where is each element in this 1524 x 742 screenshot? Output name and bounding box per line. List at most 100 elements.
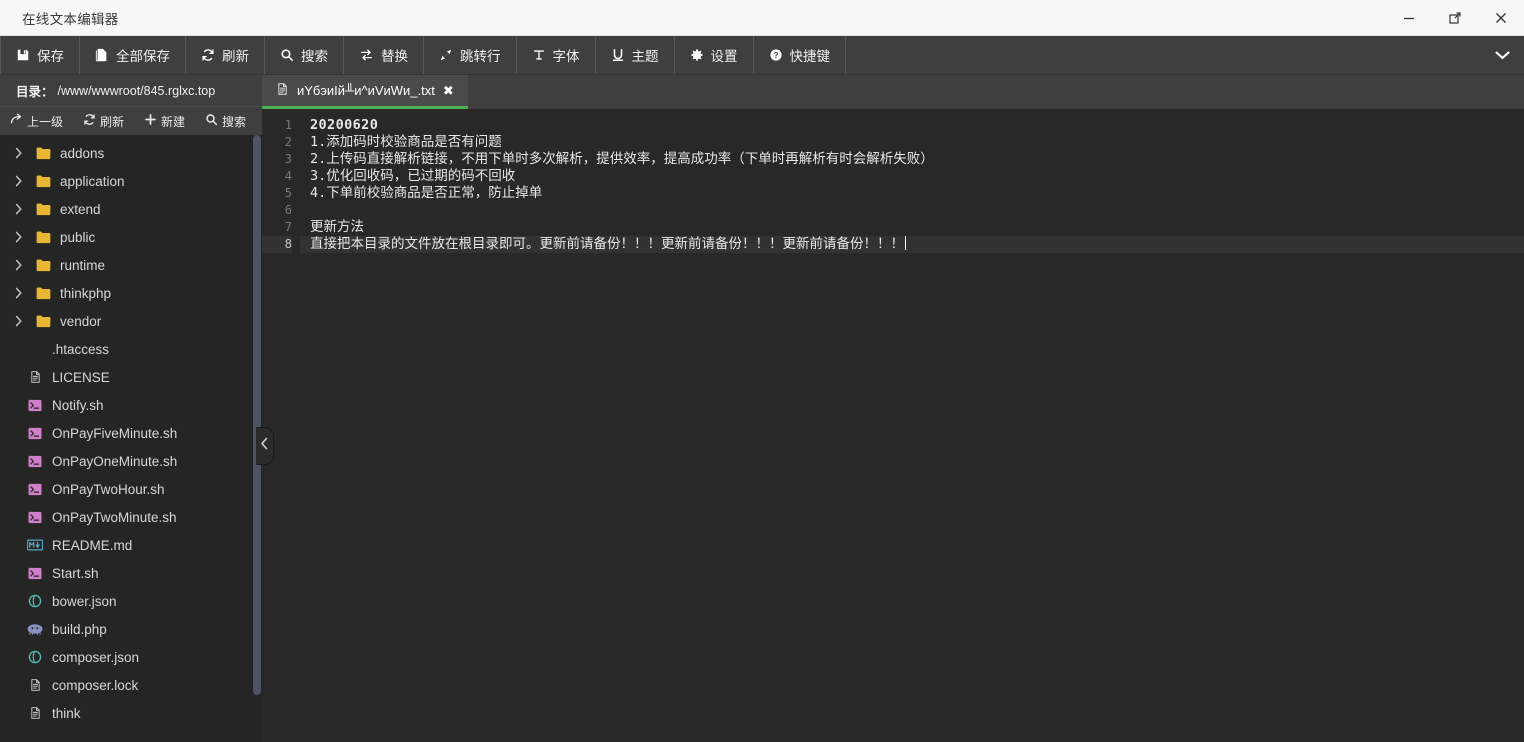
code-line[interactable]: 2.上传码直接解析链接，不用下单时多次解析，提供效率，提高成功率（下单时再解析有… (300, 151, 1524, 168)
code-area[interactable]: 1 2 3 4 5 6 7 8 20200620 1.添加码时校验商品是否有问题 2.上传码直接解… (262, 109, 1524, 742)
directory-toolbar: 上一级 刷新 新建 搜索 (0, 106, 262, 135)
toolbar-item-label: 设置 (710, 49, 738, 64)
code-line[interactable]: 4.下单前校验商品是否正常，防止掉单 (300, 185, 1524, 202)
tree-file-item[interactable]: README.md (0, 531, 262, 559)
maximize-button[interactable] (1432, 0, 1478, 36)
tree-item-label: OnPayTwoMinute.sh (52, 509, 177, 525)
app-title: 在线文本编辑器 (22, 11, 119, 27)
gear-icon (690, 48, 704, 62)
tree-folder-item[interactable]: extend (0, 195, 262, 223)
toolbar-replace-button[interactable]: 替换 (344, 36, 424, 74)
refresh-icon (201, 48, 215, 62)
code-line[interactable]: 1.添加码时校验商品是否有问题 (300, 134, 1524, 151)
toolbar-shortcuts-button[interactable]: ? 快捷键 (754, 36, 846, 74)
tree-folder-item[interactable]: runtime (0, 251, 262, 279)
tree-folder-item[interactable]: application (0, 167, 262, 195)
tree-file-item[interactable]: Notify.sh (0, 391, 262, 419)
toolbar-save-all-button[interactable]: 全部保存 (80, 36, 186, 74)
chevron-right-icon[interactable] (12, 259, 26, 271)
toolbar-theme-button[interactable]: 主题 (596, 36, 675, 74)
file-tree[interactable]: addons application extend public runtime thin… (0, 135, 262, 742)
toolbar-item-label: 跳转行 (460, 49, 501, 64)
tree-file-item[interactable]: build.php (0, 615, 262, 643)
search-icon (280, 48, 294, 62)
tree-item-label: runtime (60, 257, 106, 273)
tree-file-item[interactable]: think (0, 699, 262, 727)
document-icon (26, 370, 44, 384)
tree-search-button[interactable]: 搜索 (195, 107, 256, 135)
minimize-button[interactable] (1386, 0, 1432, 36)
tree-item-label: OnPayTwoHour.sh (52, 481, 165, 497)
code-line[interactable]: 更新方法 (300, 219, 1524, 236)
title-bar: 在线文本编辑器 (0, 0, 1524, 36)
tree-file-item[interactable]: OnPayFiveMinute.sh (0, 419, 262, 447)
tree-file-item[interactable]: .htaccess (0, 335, 262, 363)
code-content[interactable]: 20200620 1.添加码时校验商品是否有问题 2.上传码直接解析链接，不用下单时… (300, 109, 1524, 742)
chevron-right-icon[interactable] (12, 287, 26, 299)
line-number: 4 (284, 169, 292, 183)
close-icon[interactable]: ✖ (443, 83, 454, 99)
tree-file-item[interactable]: LICENSE (0, 363, 262, 391)
tree-item-label: OnPayOneMinute.sh (52, 453, 178, 469)
directory-label: 目录： (16, 85, 54, 99)
tree-file-item[interactable]: composer.lock (0, 671, 262, 699)
sidebar-collapse-handle[interactable] (256, 427, 274, 465)
tree-file-item[interactable]: Start.sh (0, 559, 262, 587)
font-icon (532, 48, 546, 62)
tree-file-item[interactable]: bower.json (0, 587, 262, 615)
toolbar-settings-button[interactable]: 设置 (675, 36, 754, 74)
tree-file-item[interactable]: OnPayTwoHour.sh (0, 475, 262, 503)
toolbar-item-label: 替换 (381, 49, 408, 64)
new-file-button[interactable]: 新建 (134, 107, 195, 135)
chevron-right-icon[interactable] (12, 231, 26, 243)
line-number: 5 (284, 186, 292, 200)
editor-pane: иYбэиІй╨и^иVиWи_.txt ✖ 1 2 3 4 5 6 7 8 20200620… (262, 75, 1524, 742)
line-number: 7 (284, 220, 292, 234)
tree-refresh-button[interactable]: 刷新 (73, 107, 134, 135)
plus-icon (144, 113, 157, 129)
toolbar-search-button[interactable]: 搜索 (265, 36, 344, 74)
line-number: 8 (262, 236, 292, 253)
up-level-label: 上一级 (27, 114, 64, 129)
refresh-icon (83, 113, 96, 129)
tree-folder-item[interactable]: thinkphp (0, 279, 262, 307)
folder-icon (34, 147, 52, 160)
shell-icon (26, 399, 44, 412)
directory-header: 目录： /www/wwwroot/845.rglxc.top (0, 75, 262, 106)
code-line[interactable]: 直接把本目录的文件放在根目录即可。更新前请备份！！！更新前请备份！！！更新前请备… (300, 236, 1524, 253)
chevron-right-icon[interactable] (12, 315, 26, 327)
chevron-right-icon[interactable] (12, 147, 26, 159)
tree-file-item[interactable]: OnPayTwoMinute.sh (0, 503, 262, 531)
shell-icon (26, 455, 44, 468)
chevron-down-icon[interactable] (1480, 36, 1524, 74)
sidebar-scrollbar-thumb[interactable] (253, 135, 261, 695)
toolbar-item-label: 字体 (552, 49, 580, 64)
text-cursor (905, 236, 906, 250)
help-icon: ? (769, 48, 783, 62)
json-icon (26, 594, 44, 608)
up-level-button[interactable]: 上一级 (0, 107, 73, 135)
code-line[interactable]: 3.优化回收码，已过期的码不回收 (300, 168, 1524, 185)
line-number: 2 (284, 135, 292, 149)
chevron-right-icon[interactable] (12, 203, 26, 215)
folder-icon (34, 259, 52, 272)
toolbar-goto-line-button[interactable]: 跳转行 (424, 36, 517, 74)
tree-folder-item[interactable]: public (0, 223, 262, 251)
chevron-right-icon[interactable] (12, 175, 26, 187)
tree-item-label: vendor (60, 313, 102, 329)
code-line[interactable] (300, 202, 1524, 219)
tree-folder-item[interactable]: addons (0, 139, 262, 167)
shell-icon (26, 427, 44, 440)
code-line[interactable]: 20200620 (300, 117, 1524, 134)
close-button[interactable] (1478, 0, 1524, 36)
toolbar-refresh-button[interactable]: 刷新 (186, 36, 265, 74)
toolbar-save-button[interactable]: 保存 (0, 36, 80, 74)
editor-tab[interactable]: иYбэиІй╨и^иVиWи_.txt ✖ (262, 75, 468, 109)
tree-folder-item[interactable]: vendor (0, 307, 262, 335)
line-number: 6 (284, 203, 292, 217)
tree-file-item[interactable]: composer.json (0, 643, 262, 671)
tree-file-item[interactable]: OnPayOneMinute.sh (0, 447, 262, 475)
shell-icon (26, 567, 44, 580)
toolbar-font-button[interactable]: 字体 (517, 36, 596, 74)
tree-item-label: Start.sh (52, 565, 99, 581)
